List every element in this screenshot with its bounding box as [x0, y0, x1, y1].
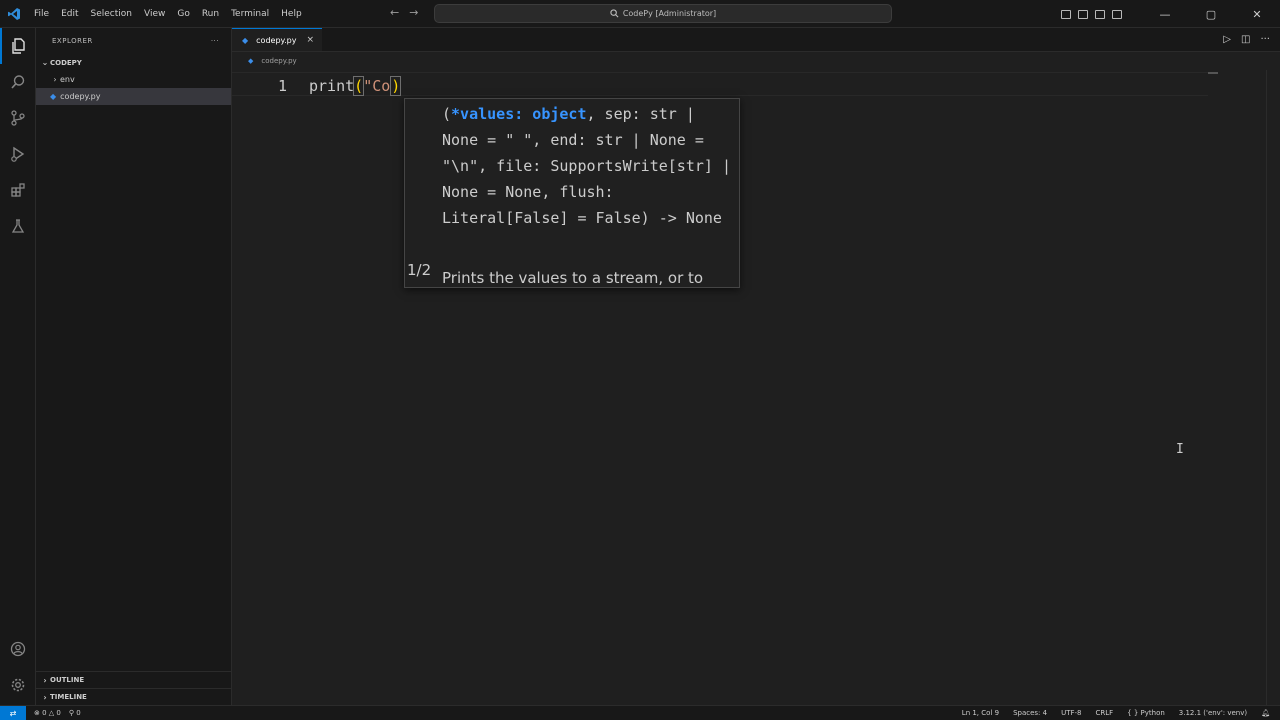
chevron-right-icon: › [53, 75, 57, 84]
menu-view[interactable]: View [138, 9, 171, 19]
line-number: 1 [278, 77, 288, 95]
tab-label: codepy.py [256, 35, 297, 45]
signature-open-paren: ( [442, 105, 452, 123]
toggle-secondary-sidebar-icon[interactable] [1095, 9, 1105, 19]
tree-item-env[interactable]: › env [36, 71, 231, 88]
menu-go[interactable]: Go [171, 9, 195, 19]
python-file-icon: ◆ [242, 35, 249, 45]
breadcrumb-file[interactable]: codepy.py [261, 57, 296, 65]
chevron-right-icon: › [43, 675, 47, 685]
signature-text: (*values: object, sep: str | None = " ",… [442, 101, 738, 231]
source-control-icon[interactable] [0, 100, 36, 136]
code-string: "Co [363, 77, 391, 95]
explorer-title: EXPLORER [52, 37, 93, 45]
python-file-icon: ◆ [50, 92, 57, 101]
overview-ruler[interactable] [1266, 70, 1280, 705]
status-bar: ⇄ ⊗ 0 △ 0 ⚲ 0 Ln 1, Col 9 Spaces: 4 UTF-… [0, 705, 1280, 720]
search-icon [610, 9, 619, 18]
window-controls: — ▢ ✕ [1061, 0, 1280, 28]
close-tab-icon[interactable]: × [306, 35, 314, 45]
problems-count[interactable]: ⊗ 0 △ 0 [34, 709, 61, 717]
workspace-folder[interactable]: ⌄ CODEPY [36, 54, 231, 71]
code-text[interactable]: print("Co) [309, 76, 402, 96]
encoding[interactable]: UTF-8 [1061, 709, 1081, 717]
extensions-icon[interactable] [0, 172, 36, 208]
sidebar-bottom-sections: › OUTLINE › TIMELINE [36, 671, 232, 705]
workspace-folder-label: CODEPY [50, 58, 82, 67]
more-actions-icon[interactable]: ··· [1260, 34, 1270, 45]
menu-file[interactable]: File [28, 9, 55, 19]
manage-gear-icon[interactable] [0, 667, 36, 703]
explorer-header: EXPLORER ··· [36, 28, 231, 54]
chevron-down-icon: ⌄ [41, 58, 49, 67]
nav-arrows: ← → [390, 6, 418, 19]
code-function: print [309, 77, 355, 95]
signature-rest: , sep: str | None = " ", end: str | None… [442, 105, 731, 227]
split-editor-icon[interactable]: ◫ [1241, 34, 1250, 45]
python-file-icon: ◆ [248, 57, 254, 65]
command-center-label: CodePy [Administrator] [622, 9, 717, 18]
tree-item-label: codepy.py [60, 92, 101, 101]
signature-help-popup: 1/2 (*values: object, sep: str | None = … [404, 98, 740, 288]
menu-help[interactable]: Help [275, 9, 308, 19]
menu-edit[interactable]: Edit [55, 9, 84, 19]
close-paren: ) [390, 76, 402, 96]
command-center[interactable]: CodePy [Administrator] [434, 4, 892, 23]
layout-controls [1061, 9, 1122, 19]
outline-section[interactable]: › OUTLINE [36, 671, 232, 688]
minimap-slider[interactable] [1208, 72, 1218, 74]
timeline-section[interactable]: › TIMELINE [36, 688, 232, 705]
back-arrow-icon[interactable]: ← [390, 6, 399, 19]
menu-terminal[interactable]: Terminal [225, 9, 275, 19]
cursor-position[interactable]: Ln 1, Col 9 [962, 709, 999, 717]
outline-label: OUTLINE [50, 676, 85, 684]
vscode-window: File Edit Selection View Go Run Terminal… [0, 0, 1280, 720]
activity-bar [0, 28, 36, 705]
run-python-file-icon[interactable]: ▷ [1223, 34, 1231, 45]
run-debug-icon[interactable] [0, 136, 36, 172]
timeline-label: TIMELINE [50, 693, 87, 701]
menu-run[interactable]: Run [196, 9, 225, 19]
chevron-right-icon: › [43, 692, 47, 702]
toggle-sidebar-icon[interactable] [1061, 9, 1071, 19]
menu-selection[interactable]: Selection [85, 9, 138, 19]
editor-area: ◆ codepy.py × ▷ ◫ ··· ◆ codepy.py 1 prin… [232, 28, 1280, 705]
ports-count[interactable]: ⚲ 0 [69, 709, 81, 717]
explorer-icon[interactable] [0, 28, 36, 64]
indentation[interactable]: Spaces: 4 [1013, 709, 1047, 717]
minimize-button[interactable]: — [1142, 0, 1188, 28]
line-endings[interactable]: CRLF [1095, 709, 1113, 717]
breadcrumb: ◆ codepy.py [232, 52, 1280, 70]
open-paren: ( [353, 76, 365, 96]
toggle-panel-icon[interactable] [1078, 9, 1088, 19]
tree-item-codepy[interactable]: ◆ codepy.py [36, 88, 231, 105]
language-mode[interactable]: { } Python [1127, 709, 1165, 717]
editor-tabs: ◆ codepy.py × ▷ ◫ ··· [232, 28, 1280, 52]
title-bar: File Edit Selection View Go Run Terminal… [0, 0, 1280, 28]
vscode-logo-icon [0, 0, 28, 28]
python-interpreter[interactable]: 3.12.1 ('env': venv) [1179, 709, 1247, 717]
mouse-ibeam-icon: I [1176, 442, 1184, 457]
code-line-1[interactable]: 1 print("Co) [232, 72, 1208, 96]
notifications-bell-icon[interactable]: 🔔︎ [1261, 709, 1270, 717]
tab-codepy[interactable]: ◆ codepy.py × [232, 28, 322, 51]
remote-indicator-icon[interactable]: ⇄ [0, 705, 26, 720]
forward-arrow-icon[interactable]: → [409, 6, 418, 19]
active-parameter: *values: object [451, 105, 587, 123]
explorer-sidebar: EXPLORER ··· ⌄ CODEPY › env ◆ codepy.py … [36, 28, 232, 705]
search-view-icon[interactable] [0, 64, 36, 100]
signature-doc: Prints the values to a stream, or to [442, 269, 704, 287]
restore-button[interactable]: ▢ [1188, 0, 1234, 28]
testing-flask-icon[interactable] [0, 208, 36, 244]
editor-actions: ▷ ◫ ··· [1223, 34, 1270, 45]
customize-layout-icon[interactable] [1112, 9, 1122, 19]
overload-counter[interactable]: 1/2 [407, 261, 431, 279]
menu-bar: File Edit Selection View Go Run Terminal… [28, 9, 308, 19]
tree-item-label: env [60, 75, 75, 84]
close-window-button[interactable]: ✕ [1234, 0, 1280, 28]
status-right: Ln 1, Col 9 Spaces: 4 UTF-8 CRLF { } Pyt… [962, 709, 1270, 717]
status-left: ⊗ 0 △ 0 ⚲ 0 [34, 709, 81, 717]
account-icon[interactable] [0, 631, 36, 667]
explorer-more-actions-icon[interactable]: ··· [211, 37, 219, 45]
